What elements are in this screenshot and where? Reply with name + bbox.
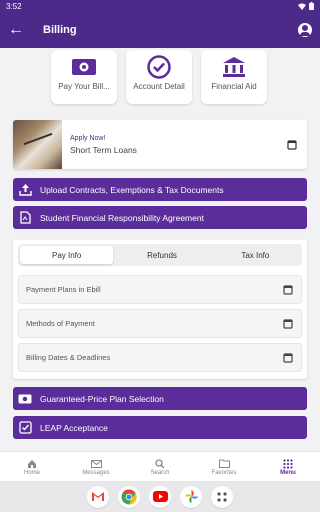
mail-icon [90, 458, 102, 470]
nav-menu[interactable]: Menu [256, 452, 320, 481]
row-label: Methods of Payment [26, 319, 95, 328]
chrome-icon[interactable] [118, 485, 140, 508]
bottom-nav: Home Messages Search Favorites Menu [0, 451, 320, 481]
nav-label: Home [23, 469, 40, 476]
nav-favorites[interactable]: Favorites [192, 452, 256, 481]
billing-dates-row[interactable]: Billing Dates & Deadlines [18, 343, 302, 372]
pay-tabs: Pay Info Refunds Tax Info [18, 244, 302, 266]
grid-menu-icon [283, 458, 293, 470]
search-icon [155, 458, 165, 470]
tile-pay-bill[interactable]: Pay Your Bill... [51, 50, 117, 104]
youtube-icon[interactable] [149, 485, 171, 508]
tab-refunds[interactable]: Refunds [115, 244, 208, 266]
financial-agreement-label: Student Financial Responsibility Agreeme… [40, 212, 204, 223]
upload-icon [18, 183, 32, 197]
tile-financial-aid[interactable]: Financial Aid [201, 50, 267, 104]
pay-info-panel: Pay Info Refunds Tax Info Payment Plans … [13, 240, 307, 379]
checkbox-icon [18, 421, 32, 435]
financial-agreement-button[interactable]: Student Financial Responsibility Agreeme… [13, 206, 307, 229]
open-link-icon [283, 352, 293, 363]
leap-acceptance-label: LEAP Acceptance [40, 422, 108, 433]
gmail-icon[interactable] [87, 485, 109, 508]
status-icons [298, 2, 314, 10]
leap-acceptance-button[interactable]: LEAP Acceptance [13, 416, 307, 439]
wifi-icon [298, 3, 306, 10]
nav-search[interactable]: Search [128, 452, 192, 481]
app-bar: ← Billing [0, 12, 320, 48]
tile-label: Account Detail [133, 82, 185, 91]
tile-label: Pay Your Bill... [58, 82, 110, 91]
tile-account-detail[interactable]: Account Detail [126, 50, 192, 104]
row-label: Billing Dates & Deadlines [26, 353, 111, 362]
check-circle-icon [147, 55, 171, 79]
document-icon [18, 211, 32, 225]
open-link-icon [283, 284, 293, 295]
account-icon[interactable] [298, 23, 312, 37]
payment-methods-row[interactable]: Methods of Payment [18, 309, 302, 338]
open-link-icon [283, 318, 293, 329]
loan-name: Short Term Loans [70, 144, 137, 155]
photos-icon[interactable] [180, 485, 202, 508]
upload-documents-button[interactable]: Upload Contracts, Exemptions & Tax Docum… [13, 178, 307, 201]
battery-icon [309, 2, 314, 10]
tab-tax-info[interactable]: Tax Info [209, 244, 302, 266]
nav-label: Search [150, 469, 170, 476]
bank-icon [222, 55, 246, 79]
tile-label: Financial Aid [211, 82, 257, 91]
upload-documents-label: Upload Contracts, Exemptions & Tax Docum… [40, 184, 224, 195]
apply-now-label: Apply Now! [70, 134, 106, 142]
tab-pay-info[interactable]: Pay Info [20, 246, 114, 264]
nav-label: Favorites [211, 469, 237, 476]
nav-label: Messages [82, 469, 110, 476]
folder-icon [218, 458, 230, 470]
app-drawer-icon[interactable] [211, 485, 233, 508]
guaranteed-price-button[interactable]: Guaranteed-Price Plan Selection [13, 387, 307, 410]
status-bar: 3:52 [0, 0, 320, 12]
loan-photo [13, 120, 62, 169]
back-arrow-icon[interactable]: ← [1, 21, 31, 39]
payment-plans-row[interactable]: Payment Plans in Ebill [18, 275, 302, 304]
quick-tiles: Pay Your Bill... Account Detail Financia… [51, 50, 267, 104]
status-time: 3:52 [6, 1, 22, 11]
loan-text: Apply Now! Short Term Loans [70, 135, 287, 155]
guaranteed-price-label: Guaranteed-Price Plan Selection [40, 393, 164, 404]
open-link-icon [287, 139, 297, 150]
page-title: Billing [43, 24, 77, 36]
home-icon [27, 458, 37, 470]
nav-messages[interactable]: Messages [64, 452, 128, 481]
android-dock [0, 481, 320, 512]
row-label: Payment Plans in Ebill [26, 285, 101, 294]
nav-home[interactable]: Home [0, 452, 64, 481]
money-icon [71, 55, 97, 79]
money-icon [18, 392, 32, 406]
short-term-loans-card[interactable]: Apply Now! Short Term Loans [13, 120, 307, 169]
nav-label: Menu [280, 469, 296, 476]
